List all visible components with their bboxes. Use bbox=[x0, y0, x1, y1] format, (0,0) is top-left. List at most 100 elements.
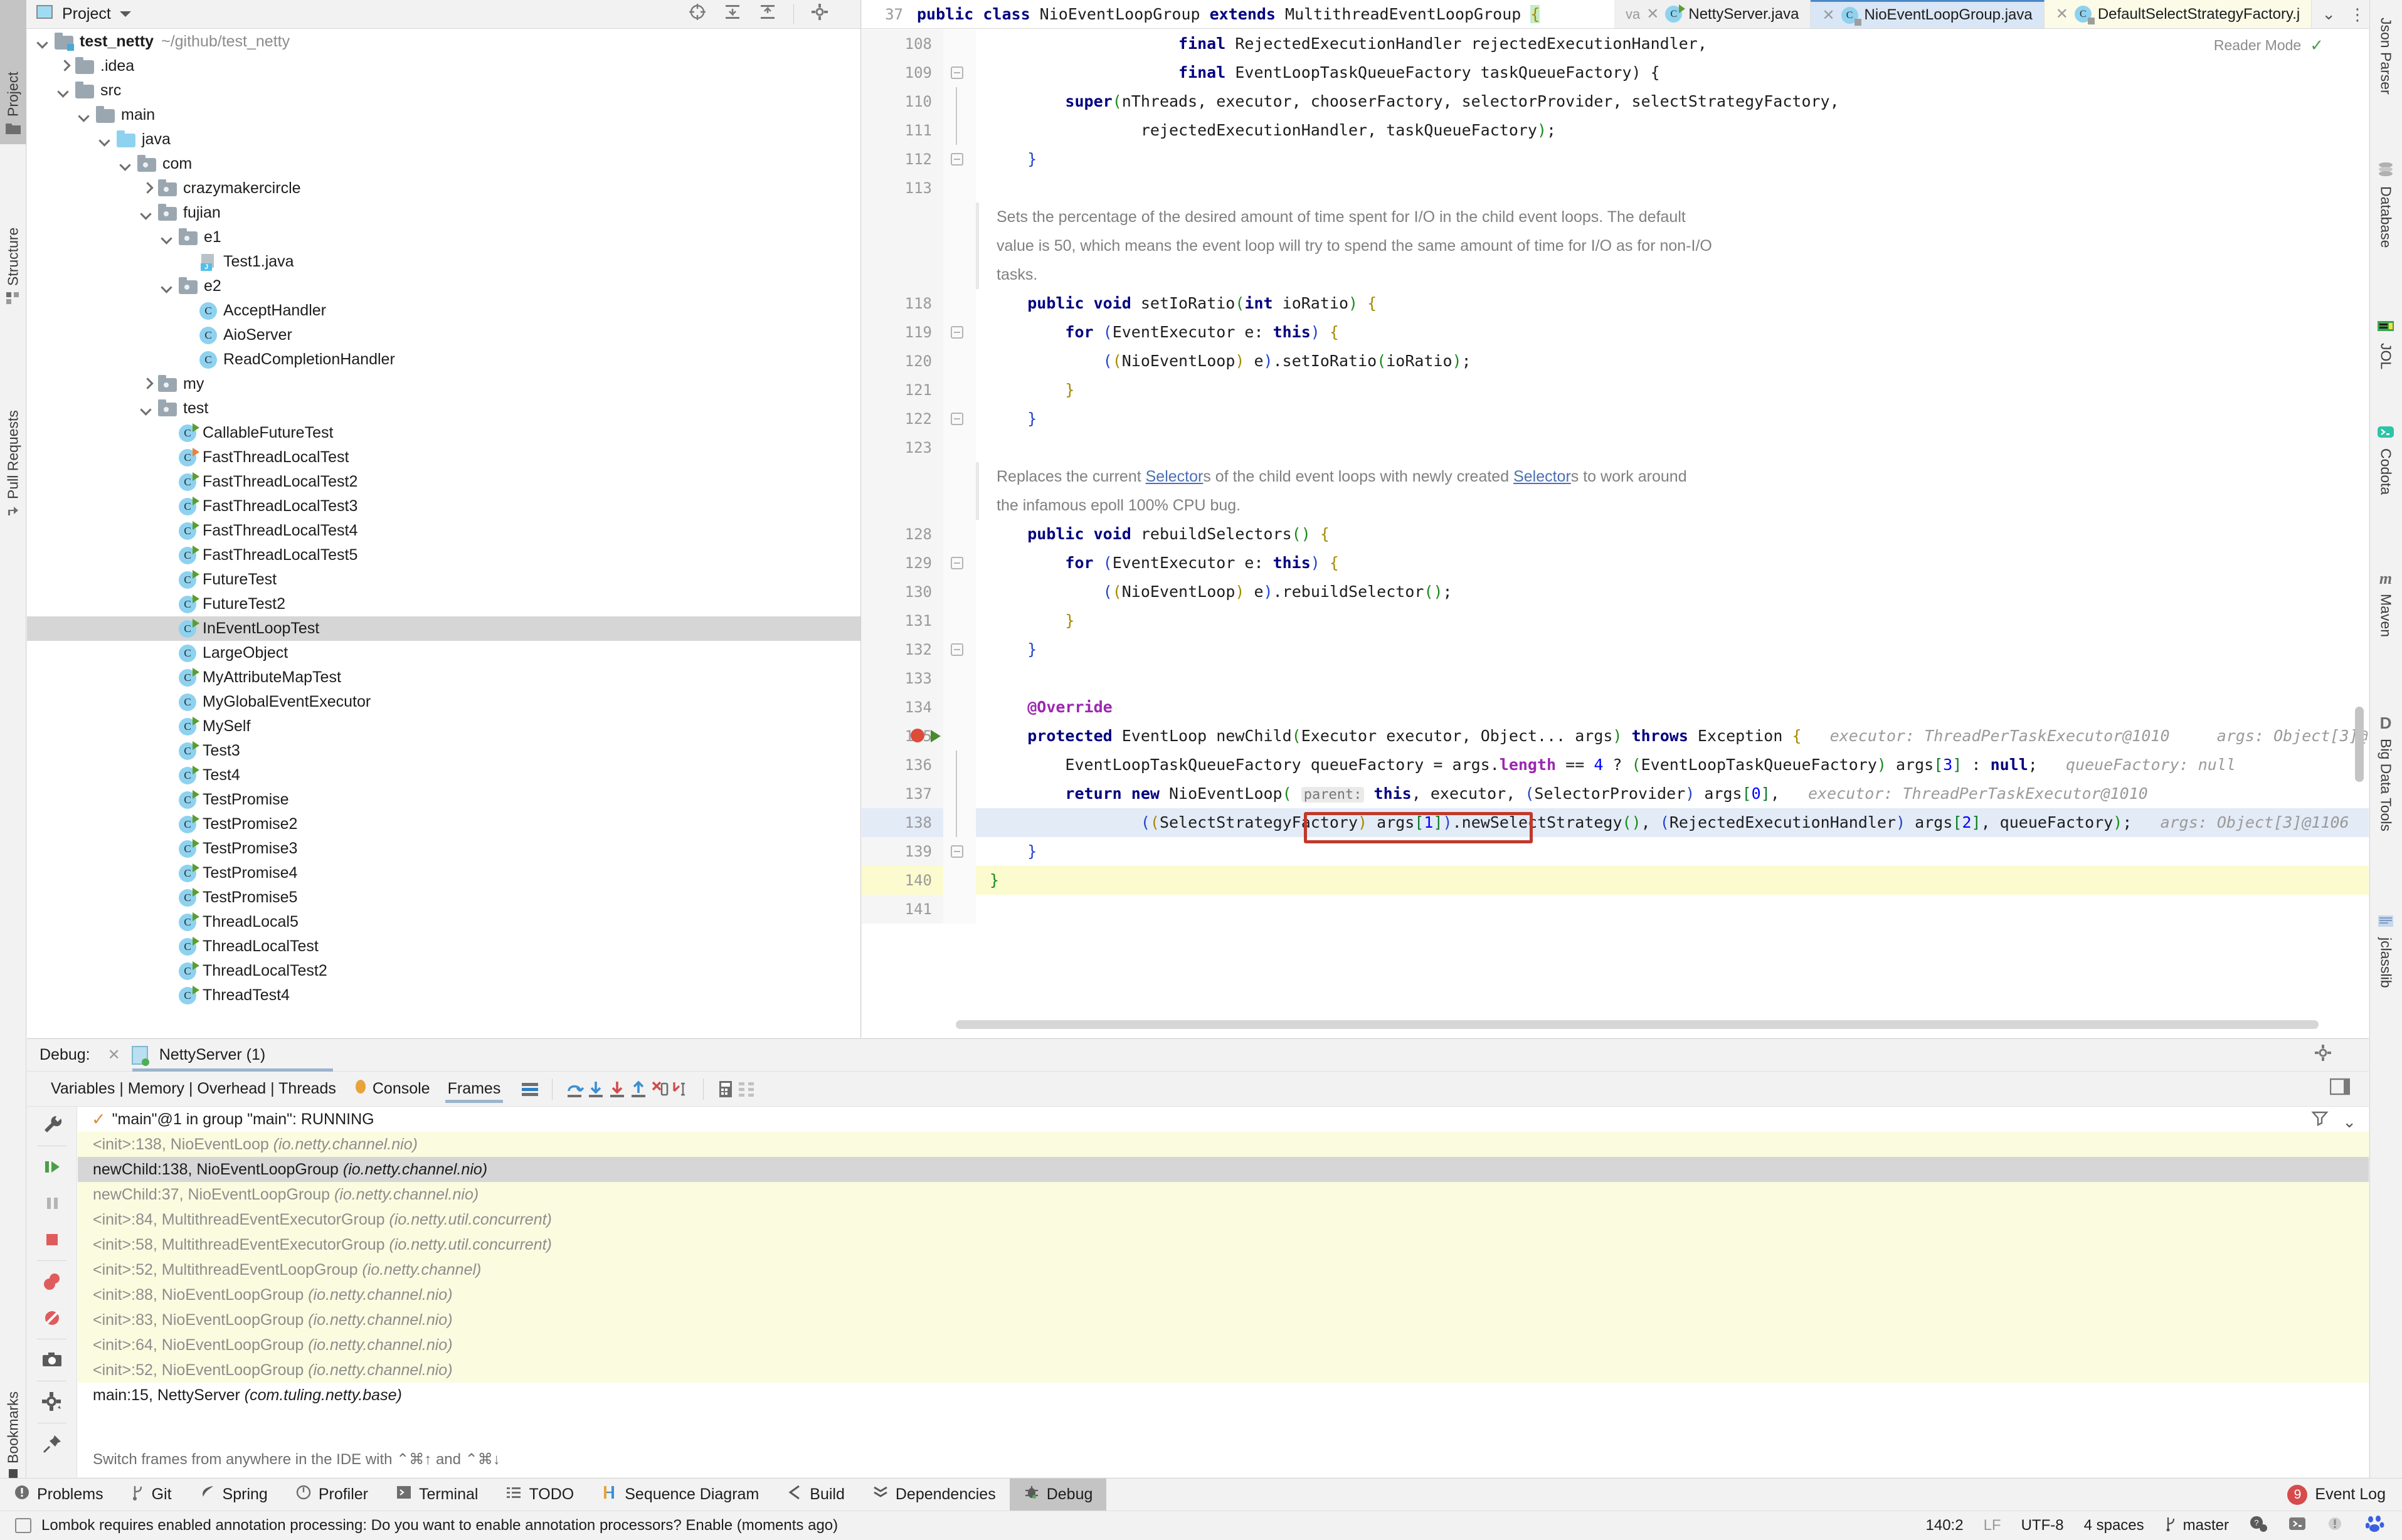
line-number[interactable]: 108 bbox=[862, 29, 943, 58]
code-line[interactable]: 137 return new NioEventLoop( parent: thi… bbox=[862, 779, 2369, 808]
fold-region[interactable] bbox=[943, 145, 976, 174]
tree-node[interactable]: my bbox=[27, 372, 860, 396]
stop-program-icon[interactable] bbox=[27, 1221, 77, 1258]
fold-region[interactable] bbox=[943, 116, 976, 145]
tree-node[interactable]: test_netty~/github/test_netty bbox=[27, 29, 860, 54]
code-text[interactable]: super(nThreads, executor, chooserFactory… bbox=[976, 87, 2369, 116]
tree-node[interactable]: CTest4 bbox=[27, 763, 860, 788]
code-text[interactable]: } bbox=[976, 837, 2369, 866]
sidebar-item-pull-requests[interactable]: Pull Requests bbox=[0, 321, 26, 528]
code-line[interactable]: 108 final RejectedExecutionHandler rejec… bbox=[862, 29, 2369, 58]
tree-node[interactable]: .idea bbox=[27, 54, 860, 78]
code-line[interactable]: 130 ((NioEventLoop) e).rebuildSelector()… bbox=[862, 578, 2369, 606]
fold-region[interactable] bbox=[943, 635, 976, 664]
frame-row[interactable]: <init>:138, NioEventLoop (io.netty.chann… bbox=[78, 1132, 2369, 1157]
bottom-item-problems[interactable]: Problems bbox=[0, 1479, 117, 1511]
fold-region[interactable] bbox=[943, 606, 976, 635]
code-text[interactable]: ((SelectStrategyFactory) args[1]).newSel… bbox=[976, 808, 2369, 837]
tree-node[interactable]: CMyAttributeMapTest bbox=[27, 665, 860, 690]
code-line[interactable]: 122 } bbox=[862, 404, 2369, 433]
force-step-into-icon[interactable] bbox=[606, 1079, 628, 1100]
line-number[interactable]: 121 bbox=[862, 376, 943, 404]
chevron-down-icon[interactable] bbox=[160, 278, 176, 295]
code-line[interactable]: 109 final EventLoopTaskQueueFactory task… bbox=[862, 58, 2369, 87]
code-line[interactable]: 133 bbox=[862, 664, 2369, 693]
tree-node[interactable]: CMySelf bbox=[27, 714, 860, 739]
collapse-all-icon[interactable] bbox=[758, 3, 777, 26]
close-icon[interactable]: ✕ bbox=[2056, 5, 2068, 23]
line-number[interactable]: 133 bbox=[862, 664, 943, 693]
close-icon[interactable]: ✕ bbox=[1822, 6, 1834, 24]
frame-row[interactable]: <init>:83, NioEventLoopGroup (io.netty.c… bbox=[78, 1307, 2369, 1332]
fold-region[interactable] bbox=[943, 693, 976, 722]
code-line[interactable]: 113 bbox=[862, 174, 2369, 203]
layout-settings-icon[interactable] bbox=[2330, 1078, 2369, 1100]
line-number[interactable]: 111 bbox=[862, 116, 943, 145]
code-line[interactable]: 123 bbox=[862, 433, 2369, 462]
code-text[interactable]: } bbox=[976, 606, 2369, 635]
sidebar-item-project[interactable]: Project bbox=[0, 0, 26, 144]
debug-tab-frames[interactable]: Frames bbox=[439, 1080, 510, 1098]
fold-region[interactable] bbox=[943, 664, 976, 693]
fold-collapse-icon[interactable] bbox=[951, 845, 963, 858]
code-line[interactable]: 119 for (EventExecutor e: this) { bbox=[862, 318, 2369, 347]
chevron-right-icon[interactable] bbox=[139, 181, 156, 197]
caret-position[interactable]: 140:2 bbox=[1926, 1517, 1964, 1534]
code-line[interactable]: 132 } bbox=[862, 635, 2369, 664]
sidebar-item-json-parser[interactable]: Json Parser bbox=[2369, 13, 2402, 150]
fold-region[interactable] bbox=[943, 87, 976, 116]
sidebar-item-database[interactable]: Database bbox=[2369, 157, 2402, 307]
tree-node[interactable]: CLargeObject bbox=[27, 641, 860, 665]
fold-collapse-icon[interactable] bbox=[951, 66, 963, 79]
fold-region[interactable] bbox=[943, 866, 976, 895]
tree-node[interactable]: CTestPromise bbox=[27, 788, 860, 812]
tree-node[interactable]: CThreadTest4 bbox=[27, 983, 860, 1008]
code-line[interactable]: 111 rejectedExecutionHandler, taskQueueF… bbox=[862, 116, 2369, 145]
fold-region[interactable] bbox=[943, 837, 976, 866]
code-line[interactable]: 141 bbox=[862, 895, 2369, 924]
fold-region[interactable] bbox=[943, 578, 976, 606]
chevron-right-icon[interactable] bbox=[56, 58, 73, 75]
code-text[interactable]: for (EventExecutor e: this) { bbox=[976, 318, 2369, 347]
bottom-item-profiler[interactable]: Profiler bbox=[282, 1479, 382, 1511]
chevron-down-icon[interactable] bbox=[139, 205, 156, 221]
tree-node[interactable]: java bbox=[27, 127, 860, 152]
fold-region[interactable] bbox=[943, 174, 976, 203]
line-number[interactable]: 137 bbox=[862, 779, 943, 808]
tree-node[interactable]: src bbox=[27, 78, 860, 103]
tree-node[interactable]: CFastThreadLocalTest5 bbox=[27, 543, 860, 567]
chevron-down-icon[interactable] bbox=[56, 83, 73, 99]
fold-region[interactable] bbox=[943, 347, 976, 376]
fold-region[interactable] bbox=[943, 779, 976, 808]
tree-node[interactable]: CAioServer bbox=[27, 323, 860, 347]
tree-node[interactable]: CTest3 bbox=[27, 739, 860, 763]
wrench-settings-icon[interactable] bbox=[27, 1107, 77, 1143]
chevron-down-icon[interactable] bbox=[160, 229, 176, 246]
code-line[interactable]: 138 ((SelectStrategyFactory) args[1]).ne… bbox=[862, 808, 2369, 837]
code-text[interactable]: public void setIoRatio(int ioRatio) { bbox=[976, 289, 2369, 318]
fold-region[interactable] bbox=[943, 722, 976, 751]
code-text[interactable]: rejectedExecutionHandler, taskQueueFacto… bbox=[976, 116, 2369, 145]
pause-program-icon[interactable] bbox=[27, 1185, 77, 1221]
debug-session-name[interactable]: NettyServer (1) bbox=[159, 1046, 265, 1064]
code-text[interactable]: ((NioEventLoop) e).rebuildSelector(); bbox=[976, 578, 2369, 606]
tree-node[interactable]: CFastThreadLocalTest2 bbox=[27, 470, 860, 494]
chevron-down-icon[interactable] bbox=[119, 156, 135, 172]
code-text[interactable]: final RejectedExecutionHandler rejectedE… bbox=[976, 29, 2369, 58]
chevron-down-icon[interactable] bbox=[98, 132, 114, 148]
fold-region[interactable] bbox=[943, 549, 976, 578]
tree-node[interactable]: CThreadLocal5 bbox=[27, 910, 860, 934]
line-number[interactable]: 123 bbox=[862, 433, 943, 462]
frame-row[interactable]: <init>:84, MultithreadEventExecutorGroup… bbox=[78, 1207, 2369, 1232]
line-number[interactable]: 128 bbox=[862, 520, 943, 549]
line-number[interactable]: 110 bbox=[862, 87, 943, 116]
line-number[interactable]: 129 bbox=[862, 549, 943, 578]
frame-row[interactable]: main:15, NettyServer (com.tuling.netty.b… bbox=[78, 1383, 2369, 1408]
code-text[interactable] bbox=[976, 664, 2369, 693]
expand-all-icon[interactable] bbox=[723, 3, 742, 26]
drop-frame-icon[interactable] bbox=[649, 1079, 670, 1100]
editor-horizontal-scrollbar[interactable] bbox=[956, 1020, 2319, 1029]
code-text[interactable] bbox=[976, 433, 2369, 462]
frame-row[interactable]: newChild:37, NioEventLoopGroup (io.netty… bbox=[78, 1182, 2369, 1207]
bottom-item-git[interactable]: Git bbox=[117, 1479, 186, 1511]
